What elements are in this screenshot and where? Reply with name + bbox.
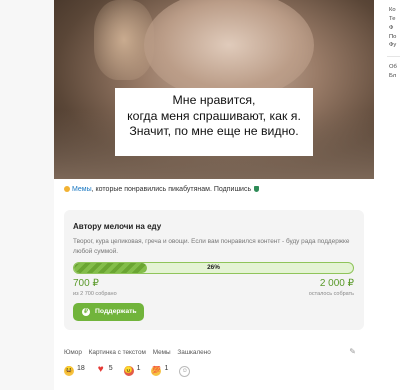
- sidebar-item[interactable]: Ко: [389, 7, 396, 13]
- tag-picture-text[interactable]: Картинка с текстом: [89, 349, 146, 356]
- reaction-angry[interactable]: 😠 1: [123, 365, 141, 376]
- caption-line-1: Мне нравится,: [172, 93, 256, 107]
- support-button-label: Поддержать: [95, 308, 137, 315]
- image-face-area: [144, 0, 314, 100]
- left-gutter: [0, 0, 54, 390]
- subscribe-shield-icon[interactable]: [254, 186, 260, 192]
- post-image[interactable]: Мне нравится, когда меня спрашивают, как…: [54, 0, 374, 179]
- tag-list: Юмор Картинка с текстом Мемы Зашкалено: [64, 349, 216, 356]
- donation-progress-bar: 26%: [73, 262, 354, 274]
- right-sidebar: Ко Те Ф По Фу Об Бл: [374, 0, 400, 390]
- community-link[interactable]: Мемы: [72, 186, 92, 193]
- donation-description: Творог, кура целиковая, греча и овощи. Е…: [73, 238, 350, 255]
- laughing-face-icon: 😆: [64, 366, 74, 376]
- raised-amount: 700 ₽: [73, 278, 99, 289]
- tag-off-scale[interactable]: Зашкалено: [177, 349, 210, 356]
- sidebar-item[interactable]: Те: [389, 16, 395, 22]
- sidebar-item[interactable]: Об: [389, 64, 397, 70]
- hundred-icon: 💯: [151, 366, 162, 376]
- caption-line-2: когда меня спрашивают, как я.: [127, 108, 301, 123]
- reaction-count: 5: [108, 365, 113, 372]
- sidebar-item[interactable]: Ф: [389, 25, 393, 31]
- goal-amount: 2 000 ₽: [319, 278, 354, 289]
- image-caption: Мне нравится, когда меня спрашивают, как…: [115, 88, 313, 156]
- sidebar-item[interactable]: По: [389, 34, 396, 40]
- reaction-count: 18: [77, 365, 85, 372]
- reaction-heart[interactable]: ♥ 5: [96, 365, 113, 375]
- donation-title: Автору мелочи на еду: [73, 222, 162, 231]
- community-line: Мемы, которые понравились пикабутянам. П…: [64, 186, 260, 193]
- sidebar-item[interactable]: Бл: [389, 73, 396, 79]
- community-text: , которые понравились пикабутянам. Подпи…: [91, 186, 252, 193]
- sidebar-item[interactable]: Фу: [389, 42, 396, 48]
- post-card: Мне нравится, когда меня спрашивают, как…: [54, 0, 374, 390]
- tag-memes[interactable]: Мемы: [153, 349, 171, 356]
- reaction-count: 1: [136, 365, 141, 372]
- progress-percent: 26%: [207, 264, 220, 271]
- reaction-hundred[interactable]: 💯 1: [151, 365, 168, 376]
- reactions-bar: 😆 18 ♥ 5 😠 1 💯 1 ☺: [64, 365, 191, 377]
- raised-caption: из 2 700 собрано: [73, 291, 117, 297]
- add-reaction-icon[interactable]: ☺: [179, 366, 191, 377]
- goal-caption: осталось собрать: [308, 291, 354, 297]
- angry-face-icon: 😠: [123, 366, 134, 376]
- donation-block: Автору мелочи на еду Творог, кура целико…: [64, 210, 364, 330]
- ruble-icon: ₽: [82, 308, 90, 316]
- support-button[interactable]: ₽ Поддержать: [73, 303, 144, 321]
- community-icon: [64, 186, 70, 192]
- sidebar-divider: [387, 56, 400, 57]
- caption-line-3: Значит, по мне еще не видно.: [129, 124, 299, 138]
- tag-humor[interactable]: Юмор: [64, 349, 82, 356]
- heart-icon: ♥: [97, 364, 104, 375]
- reaction-laughing[interactable]: 😆 18: [64, 365, 85, 376]
- reaction-count: 1: [164, 365, 169, 372]
- edit-tags-pencil-icon[interactable]: ✎: [349, 347, 356, 356]
